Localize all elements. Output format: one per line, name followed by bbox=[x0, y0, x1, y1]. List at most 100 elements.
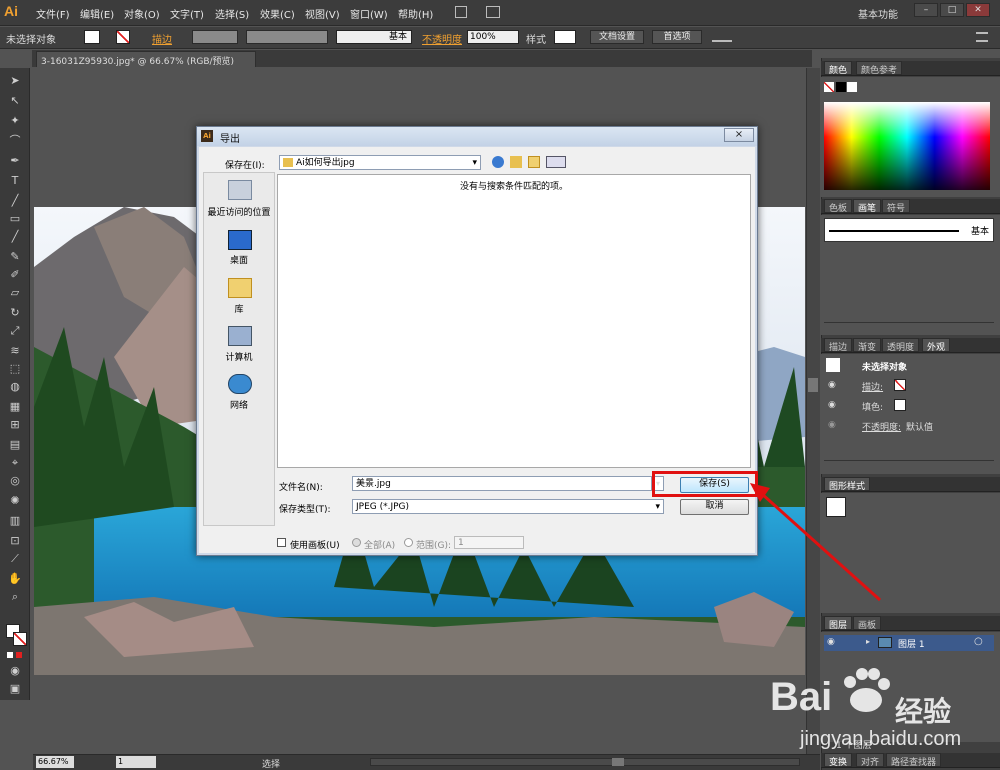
cancel-button[interactable]: 取消 bbox=[680, 499, 749, 515]
warp-tool-icon[interactable]: ≋ bbox=[7, 344, 23, 358]
menu-select[interactable]: 选择(S) bbox=[215, 6, 249, 21]
tab-transparency[interactable]: 透明度 bbox=[882, 338, 920, 353]
scale-tool-icon[interactable]: ⤢ bbox=[7, 324, 23, 338]
workspace-switcher[interactable]: 基本功能 bbox=[858, 6, 898, 21]
layer-visibility-icon[interactable]: ◉ bbox=[827, 637, 835, 647]
menu-window[interactable]: 窗口(W) bbox=[350, 6, 388, 21]
range-input[interactable]: 1 bbox=[454, 536, 524, 549]
library-icon[interactable] bbox=[228, 278, 252, 298]
align-options-icon[interactable] bbox=[712, 32, 732, 42]
place-library[interactable]: 库 bbox=[203, 302, 275, 315]
window-close-button[interactable]: ✕ bbox=[966, 3, 990, 17]
black-swatch-icon[interactable] bbox=[836, 82, 846, 92]
fill-swatch[interactable] bbox=[84, 30, 100, 44]
tab-swatches[interactable]: 色板 bbox=[824, 199, 853, 214]
tab-pathfinder[interactable]: 路径查找器 bbox=[886, 753, 942, 768]
tab-stroke[interactable]: 描边 bbox=[824, 338, 853, 353]
type-tool-icon[interactable]: T bbox=[7, 174, 23, 188]
color-spectrum-picker[interactable] bbox=[824, 102, 990, 190]
zoom-field[interactable]: 66.67% bbox=[36, 756, 74, 768]
symbol-sprayer-tool-icon[interactable]: ✺ bbox=[7, 494, 23, 508]
range-radio[interactable] bbox=[404, 538, 413, 547]
filetype-dropdown[interactable]: JPEG (*.JPG) ▾ bbox=[352, 499, 664, 514]
tab-symbols[interactable]: 符号 bbox=[882, 199, 911, 214]
rectangle-tool-icon[interactable]: ▭ bbox=[7, 212, 23, 226]
magic-wand-tool-icon[interactable]: ✦ bbox=[7, 114, 23, 128]
arrange-documents-icon[interactable] bbox=[486, 6, 500, 18]
minimize-button[interactable]: – bbox=[914, 3, 938, 17]
back-icon[interactable] bbox=[492, 156, 504, 168]
appearance-opacity-link[interactable]: 不透明度: bbox=[862, 420, 901, 433]
recent-places-icon[interactable] bbox=[228, 180, 252, 200]
document-tab[interactable]: 3-16031Z95930.jpg* @ 66.67% (RGB/预览) × bbox=[36, 51, 256, 77]
stroke-link[interactable]: 描边 bbox=[152, 31, 172, 46]
menu-type[interactable]: 文字(T) bbox=[170, 6, 204, 21]
column-graph-tool-icon[interactable]: ▥ bbox=[7, 514, 23, 528]
none-mode-icon[interactable] bbox=[16, 652, 22, 658]
place-desktop[interactable]: 桌面 bbox=[203, 253, 275, 266]
place-network[interactable]: 网络 bbox=[203, 398, 275, 411]
view-menu-icon[interactable] bbox=[546, 156, 566, 168]
new-folder-icon[interactable] bbox=[528, 156, 540, 168]
eye-icon[interactable]: ◉ bbox=[828, 400, 836, 410]
tab-appearance[interactable]: 外观 bbox=[922, 338, 951, 353]
layer-target-icon[interactable]: ○ bbox=[974, 636, 983, 647]
blend-tool-icon[interactable]: ◎ bbox=[7, 474, 23, 488]
tab-artboards[interactable]: 画板 bbox=[853, 616, 882, 631]
eraser-tool-icon[interactable]: ▱ bbox=[7, 286, 23, 300]
variable-width-field[interactable] bbox=[246, 30, 328, 44]
save-in-dropdown[interactable]: Ai如何导出jpg ▾ bbox=[279, 155, 481, 170]
opacity-link[interactable]: 不透明度 bbox=[422, 31, 462, 46]
use-artboards-checkbox[interactable] bbox=[277, 538, 286, 547]
horizontal-scrollbar-thumb[interactable] bbox=[612, 758, 624, 766]
color-mode-icon[interactable] bbox=[7, 652, 13, 658]
layer-expand-icon[interactable]: ▸ bbox=[866, 637, 870, 646]
none-swatch-icon[interactable] bbox=[824, 82, 834, 92]
draw-mode-icon[interactable]: ◉ bbox=[7, 664, 23, 678]
tab-color[interactable]: 颜色 bbox=[824, 61, 853, 76]
layer-row[interactable]: ◉ ▸ 图层 1 ○ bbox=[824, 635, 994, 651]
lasso-tool-icon[interactable]: ⌒ bbox=[7, 134, 23, 148]
stroke-swatch[interactable] bbox=[116, 30, 130, 44]
menu-file[interactable]: 文件(F) bbox=[36, 6, 70, 21]
stroke-weight-field[interactable] bbox=[192, 30, 238, 44]
line-tool-icon[interactable]: ╱ bbox=[7, 194, 23, 208]
menu-edit[interactable]: 编辑(E) bbox=[80, 6, 114, 21]
appearance-stroke-swatch[interactable] bbox=[894, 379, 906, 391]
tab-color-guide[interactable]: 颜色参考 bbox=[856, 61, 903, 76]
tab-align[interactable]: 对齐 bbox=[856, 753, 885, 768]
vertical-scrollbar-thumb[interactable] bbox=[808, 378, 818, 392]
free-transform-tool-icon[interactable]: ⬚ bbox=[7, 362, 23, 376]
rotate-tool-icon[interactable]: ↻ bbox=[7, 306, 23, 320]
bridge-icon[interactable] bbox=[455, 6, 467, 18]
up-folder-icon[interactable] bbox=[510, 156, 522, 168]
shape-builder-tool-icon[interactable]: ◍ bbox=[7, 380, 23, 394]
blob-brush-tool-icon[interactable]: ✐ bbox=[7, 268, 23, 282]
menu-help[interactable]: 帮助(H) bbox=[398, 6, 433, 21]
style-swatch[interactable] bbox=[554, 30, 576, 44]
screen-mode-icon[interactable]: ▣ bbox=[7, 682, 23, 696]
perspective-grid-tool-icon[interactable]: ▦ bbox=[7, 400, 23, 414]
pen-tool-icon[interactable]: ✒ bbox=[7, 154, 23, 168]
eye-icon[interactable]: ◉ bbox=[828, 380, 836, 390]
hand-tool-icon[interactable]: ✋ bbox=[7, 572, 23, 586]
selection-tool-icon[interactable]: ➤ bbox=[7, 74, 23, 88]
mesh-tool-icon[interactable]: ⊞ bbox=[7, 418, 23, 432]
document-settings-button[interactable]: 文档设置 bbox=[590, 30, 644, 44]
all-radio[interactable] bbox=[352, 538, 361, 547]
file-list[interactable]: 没有与搜索条件匹配的项。 bbox=[277, 174, 751, 468]
slice-tool-icon[interactable]: ⟋ bbox=[7, 552, 23, 566]
menu-effect[interactable]: 效果(C) bbox=[260, 6, 295, 21]
artboard-page-field[interactable]: 1 bbox=[116, 756, 156, 768]
restore-button[interactable]: □ bbox=[940, 3, 964, 17]
tab-gradient[interactable]: 渐变 bbox=[853, 338, 882, 353]
menu-object[interactable]: 对象(O) bbox=[124, 6, 160, 21]
tab-brushes[interactable]: 画笔 bbox=[853, 199, 882, 214]
panel-menu-icon[interactable] bbox=[976, 32, 988, 42]
gradient-tool-icon[interactable]: ▤ bbox=[7, 438, 23, 452]
filename-input[interactable]: 美景.jpg bbox=[352, 476, 652, 491]
paintbrush-tool-icon[interactable]: ╱ bbox=[7, 230, 23, 244]
vertical-scrollbar[interactable] bbox=[806, 68, 820, 754]
horizontal-scrollbar[interactable] bbox=[370, 758, 800, 766]
artboard-tool-icon[interactable]: ⊡ bbox=[7, 534, 23, 548]
